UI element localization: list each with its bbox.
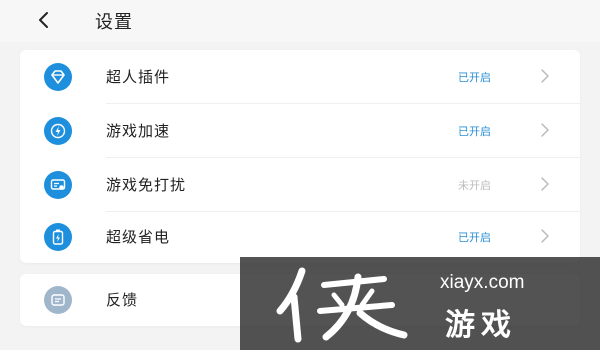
- chevron-right-icon: [541, 69, 549, 83]
- back-button[interactable]: [30, 6, 58, 34]
- watermark-url: xiayx.com: [440, 272, 525, 293]
- feedback-icon: [44, 286, 72, 314]
- watermark-logo: [276, 267, 408, 343]
- setting-row-power-saving[interactable]: 超级省电 已开启: [20, 210, 580, 263]
- feedback-label: 反馈: [106, 291, 139, 309]
- message-icon: [44, 171, 72, 199]
- setting-row-superman-plugin[interactable]: 超人插件 已开启: [20, 50, 580, 103]
- battery-icon: [44, 223, 72, 251]
- chevron-right-icon: [541, 177, 549, 191]
- setting-label: 游戏加速: [106, 122, 171, 140]
- status-badge: 已开启: [458, 125, 491, 138]
- lightning-icon: [44, 117, 72, 145]
- setting-label: 超级省电: [106, 228, 171, 246]
- watermark-name: 游戏: [445, 308, 517, 343]
- status-badge: 已开启: [458, 71, 491, 84]
- app-header: 设置: [0, 0, 600, 42]
- status-badge: 已开启: [458, 231, 491, 244]
- chevron-right-icon: [541, 123, 549, 137]
- setting-label: 超人插件: [106, 68, 171, 86]
- status-badge: 未开启: [458, 179, 491, 192]
- page-title: 设置: [95, 12, 133, 33]
- diamond-icon: [44, 63, 72, 91]
- chevron-right-icon: [541, 229, 549, 243]
- chevron-left-icon: [39, 12, 48, 28]
- watermark-overlay: xiayx.com 游戏: [240, 257, 600, 350]
- settings-card: 超人插件 已开启 游戏加速 已开启 游戏免打扰 未开启 超级省电 已开启: [20, 50, 580, 263]
- setting-row-game-dnd[interactable]: 游戏免打扰 未开启: [20, 158, 580, 211]
- setting-label: 游戏免打扰: [106, 176, 187, 194]
- setting-row-game-boost[interactable]: 游戏加速 已开启: [20, 104, 580, 157]
